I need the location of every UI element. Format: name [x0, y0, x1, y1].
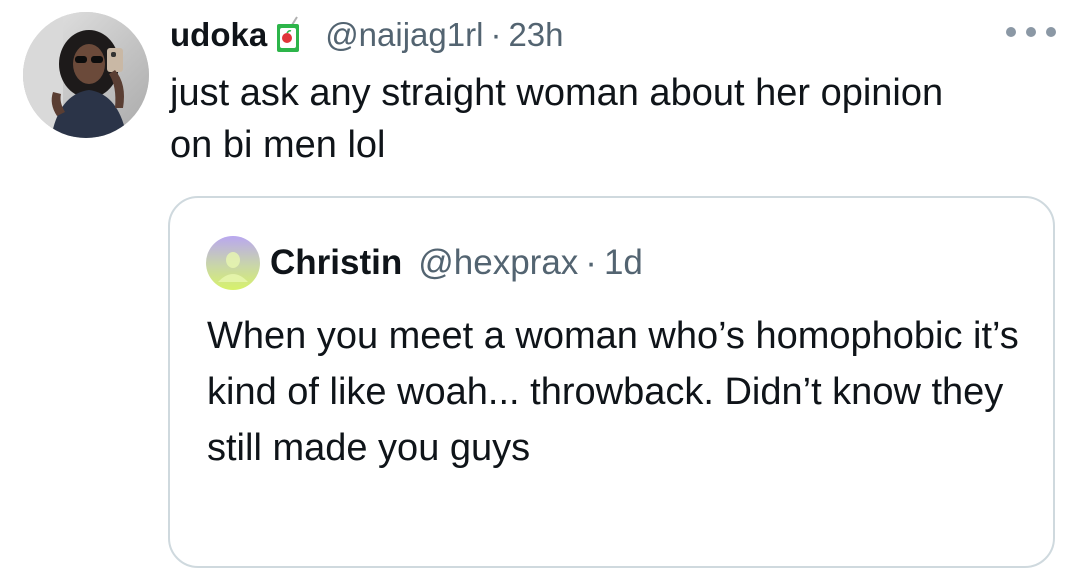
quoted-tweet-text: When you meet a woman who’s homophobic i… — [207, 315, 1019, 469]
more-dot — [1046, 27, 1056, 37]
tweet-timestamp[interactable]: 23h — [508, 16, 563, 54]
juice-box-icon — [275, 16, 303, 54]
quoted-author-avatar[interactable] — [206, 236, 260, 290]
quoted-avatar-image — [206, 236, 260, 290]
meta-separator: · — [490, 16, 502, 53]
quoted-tweet-card[interactable]: Christin @hexprax · 1d When you meet a w… — [168, 196, 1055, 568]
quoted-author-handle[interactable]: @hexprax — [418, 243, 578, 283]
tweet[interactable]: udoka @naijag1rl · 23h just ask any stra… — [0, 0, 1080, 568]
author-handle[interactable]: @naijag1rl — [325, 16, 483, 54]
quoted-tweet-timestamp[interactable]: 1d — [604, 243, 643, 283]
avatar-photo — [23, 12, 149, 138]
more-options-icon[interactable] — [1006, 22, 1056, 42]
tweet-text: just ask any straight woman about her op… — [170, 72, 944, 166]
quoted-author-display-name[interactable]: Christin — [270, 243, 402, 283]
quoted-tweet-header: Christin @hexprax · 1d — [270, 238, 643, 288]
author-display-name[interactable]: udoka — [170, 16, 267, 54]
more-dot — [1026, 27, 1036, 37]
author-avatar[interactable] — [23, 12, 149, 138]
tweet-header: udoka @naijag1rl · 23h — [170, 12, 564, 58]
quoted-meta-separator: · — [585, 243, 597, 282]
more-dot — [1006, 27, 1016, 37]
